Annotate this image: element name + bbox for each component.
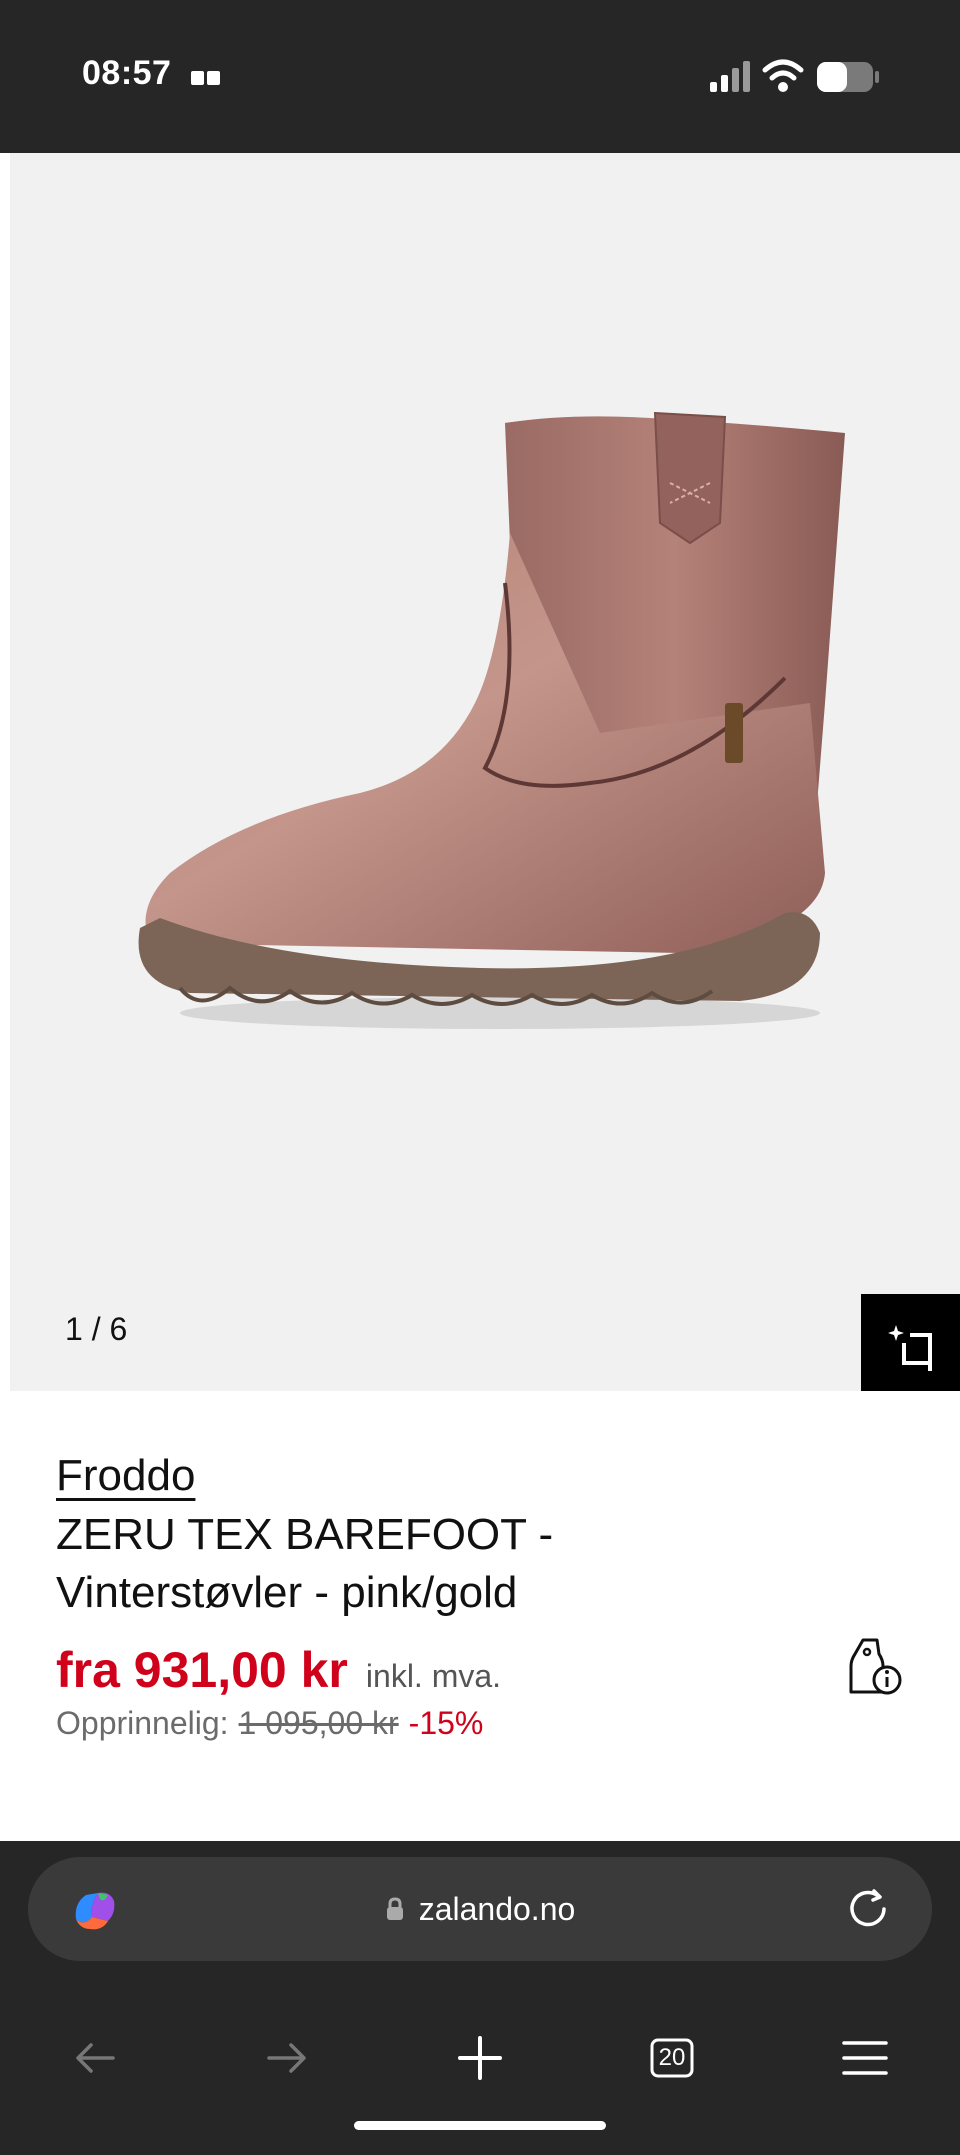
- price-row: fra 931,00 kr inkl. mva.: [56, 1641, 501, 1699]
- find-similar-button[interactable]: [861, 1294, 960, 1401]
- home-indicator: [354, 2121, 606, 2130]
- browser-nav-row: 20: [0, 2013, 960, 2103]
- reader-icon: [191, 71, 220, 85]
- menu-button[interactable]: [820, 2013, 910, 2103]
- product-gallery[interactable]: 1 / 6: [10, 153, 960, 1401]
- product-title: ZERU TEX BAREFOOT - Vinterstøvler - pink…: [56, 1510, 554, 1617]
- status-bar: 08:57: [0, 0, 960, 153]
- browser-toolbar: zalando.no 20: [0, 1841, 960, 2155]
- original-price-label: Opprinnelig:: [56, 1705, 229, 1741]
- find-similar-icon: [887, 1324, 932, 1371]
- back-button[interactable]: [50, 2013, 140, 2103]
- original-price: 1 095,00 kr: [238, 1705, 399, 1741]
- battery-icon: [817, 62, 879, 92]
- signal-icon: [710, 61, 750, 92]
- url-text[interactable]: zalando.no: [419, 1891, 576, 1928]
- brand-link[interactable]: Froddo: [56, 1451, 195, 1501]
- lock-icon: [386, 1897, 403, 1920]
- product-page: 08:57 1 / 6 Froddo ZERU TEX BAREFOOT - V…: [0, 0, 960, 2155]
- original-price-row: Opprinnelig: 1 095,00 kr -15%: [56, 1705, 483, 1742]
- forward-icon: [267, 2043, 306, 2073]
- current-price: fra 931,00 kr: [56, 1642, 348, 1698]
- menu-icon: [842, 2041, 888, 2075]
- new-tab-button[interactable]: [435, 2013, 525, 2103]
- status-time: 08:57: [82, 54, 172, 92]
- tabs-button[interactable]: 20: [627, 2013, 717, 2103]
- product-image[interactable]: [120, 373, 860, 1073]
- price-tag-info-icon[interactable]: [847, 1636, 903, 1698]
- new-tab-icon: [458, 2036, 502, 2080]
- reload-icon[interactable]: [844, 1885, 892, 1933]
- forward-button[interactable]: [242, 2013, 332, 2103]
- product-info: Froddo ZERU TEX BAREFOOT - Vinterstøvler…: [0, 1391, 960, 1841]
- tabs-count: 20: [658, 2044, 686, 2071]
- address-center: zalando.no: [28, 1857, 932, 1961]
- back-icon: [76, 2043, 115, 2073]
- address-bar[interactable]: zalando.no: [28, 1857, 932, 1961]
- price-vat-note: inkl. mva.: [365, 1658, 502, 1694]
- discount-badge: -15%: [408, 1705, 484, 1741]
- wifi-icon: [762, 59, 804, 92]
- gallery-counter: 1 / 6: [65, 1311, 128, 1347]
